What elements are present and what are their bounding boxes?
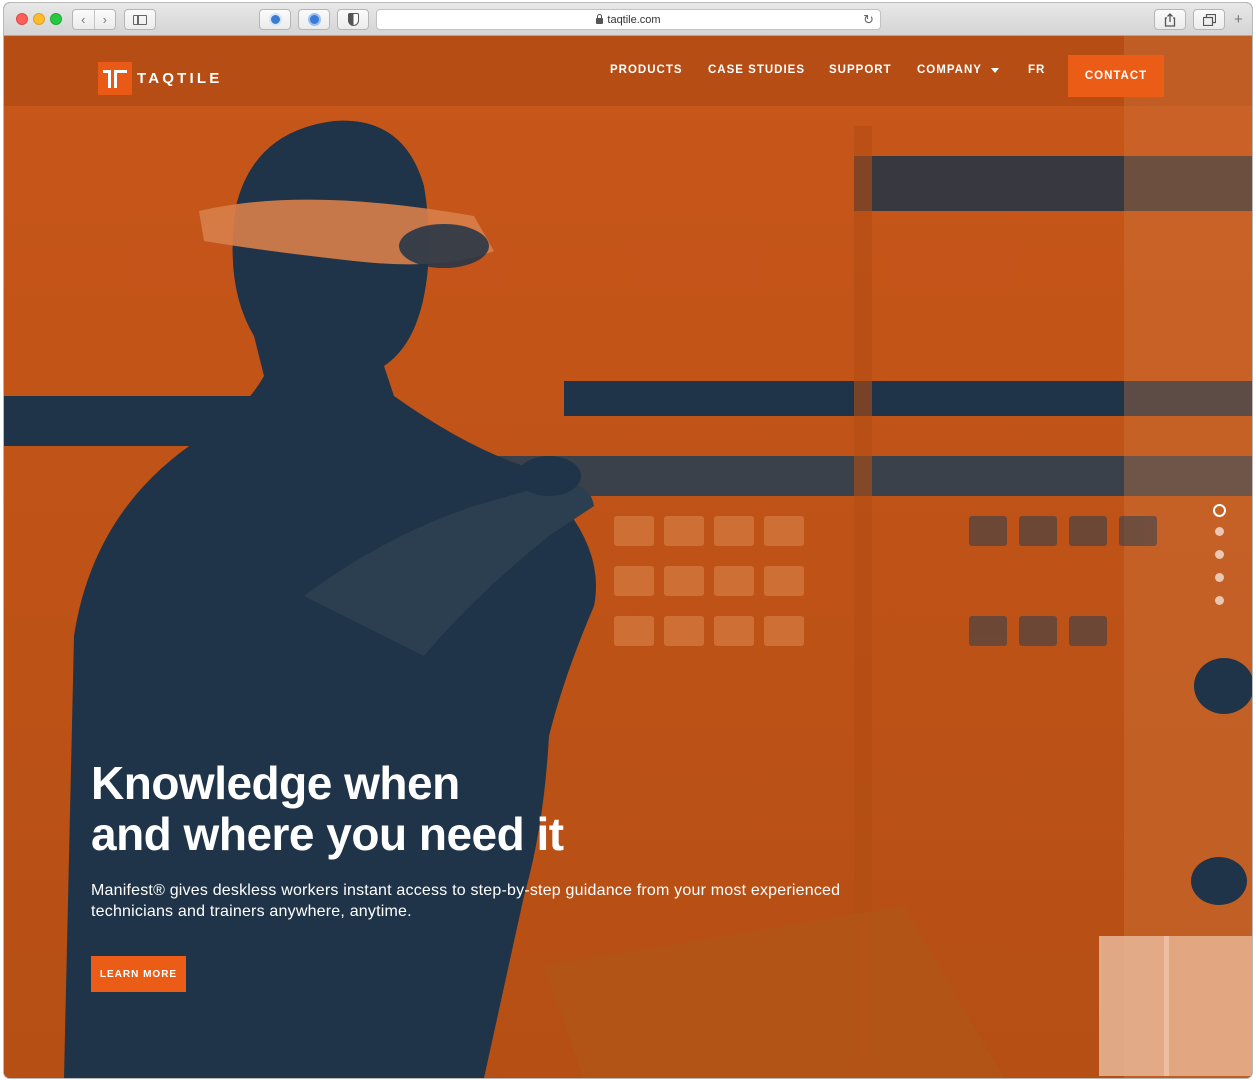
slide-dot-5[interactable] xyxy=(1214,596,1224,605)
minimize-window-button[interactable] xyxy=(33,13,45,25)
sidebar-toggle-button[interactable] xyxy=(124,9,156,30)
shield-icon xyxy=(347,13,359,26)
share-icon xyxy=(1164,12,1176,27)
logo-wordmark: TAQTILE xyxy=(137,70,223,87)
contact-button[interactable]: CONTACT xyxy=(1068,55,1164,97)
nav-company[interactable]: COMPANY xyxy=(917,64,999,76)
browser-window: ‹ › taqtile.com ↻ + TAQTILE PRODUCTS CAS… xyxy=(4,3,1252,1078)
forward-icon[interactable]: › xyxy=(95,10,116,29)
hero-headline-line-1: Knowledge when xyxy=(91,757,460,809)
hero-description-line-2: technicians and trainers anywhere, anyti… xyxy=(91,903,412,920)
slide-dot-4[interactable] xyxy=(1214,573,1224,582)
webpage: TAQTILE PRODUCTS CASE STUDIES SUPPORT CO… xyxy=(4,36,1252,1078)
address-bar[interactable]: taqtile.com ↻ xyxy=(376,9,881,30)
hero-description-line-1: Manifest® gives deskless workers instant… xyxy=(91,882,841,899)
slide-pagination xyxy=(1212,504,1226,619)
close-window-button[interactable] xyxy=(16,13,28,25)
password-manager-button[interactable] xyxy=(298,9,330,30)
new-tab-icon[interactable]: + xyxy=(1234,11,1243,28)
tabs-overview-icon xyxy=(1202,13,1216,26)
history-navigation: ‹ › xyxy=(72,9,116,30)
browser-toolbar: ‹ › taqtile.com ↻ + xyxy=(4,3,1252,36)
site-logo[interactable]: TAQTILE xyxy=(98,62,222,95)
nav-support[interactable]: SUPPORT xyxy=(829,64,892,76)
password-manager-icon xyxy=(307,13,321,26)
slide-dot-2[interactable] xyxy=(1214,527,1224,536)
taqtile-logo-icon xyxy=(98,62,132,95)
privacy-extension-button[interactable] xyxy=(337,9,369,30)
slide-dot-3[interactable] xyxy=(1214,550,1224,559)
reload-icon[interactable]: ↻ xyxy=(863,12,874,28)
address-bar-url: taqtile.com xyxy=(607,13,661,26)
sidebar-icon xyxy=(133,14,147,25)
nav-language-fr[interactable]: FR xyxy=(1028,64,1045,76)
lock-icon xyxy=(596,13,604,24)
hero-headline-line-2: and where you need it xyxy=(91,808,564,860)
back-icon[interactable]: ‹ xyxy=(73,10,95,29)
share-button[interactable] xyxy=(1154,9,1186,30)
learn-more-button[interactable]: LEARN MORE xyxy=(91,956,186,992)
nav-case-studies[interactable]: CASE STUDIES xyxy=(708,64,805,76)
extension-button[interactable] xyxy=(259,9,291,30)
tab-overview-button[interactable] xyxy=(1193,9,1225,30)
nav-company-label: COMPANY xyxy=(917,64,982,76)
extension-icon xyxy=(268,13,282,26)
slide-dot-1[interactable] xyxy=(1212,504,1226,517)
hero-headline: Knowledge when and where you need it xyxy=(91,758,711,860)
zoom-window-button[interactable] xyxy=(50,13,62,25)
nav-products[interactable]: PRODUCTS xyxy=(610,64,683,76)
hero-description: Manifest® gives deskless workers instant… xyxy=(91,880,931,922)
chevron-down-icon xyxy=(990,67,999,73)
